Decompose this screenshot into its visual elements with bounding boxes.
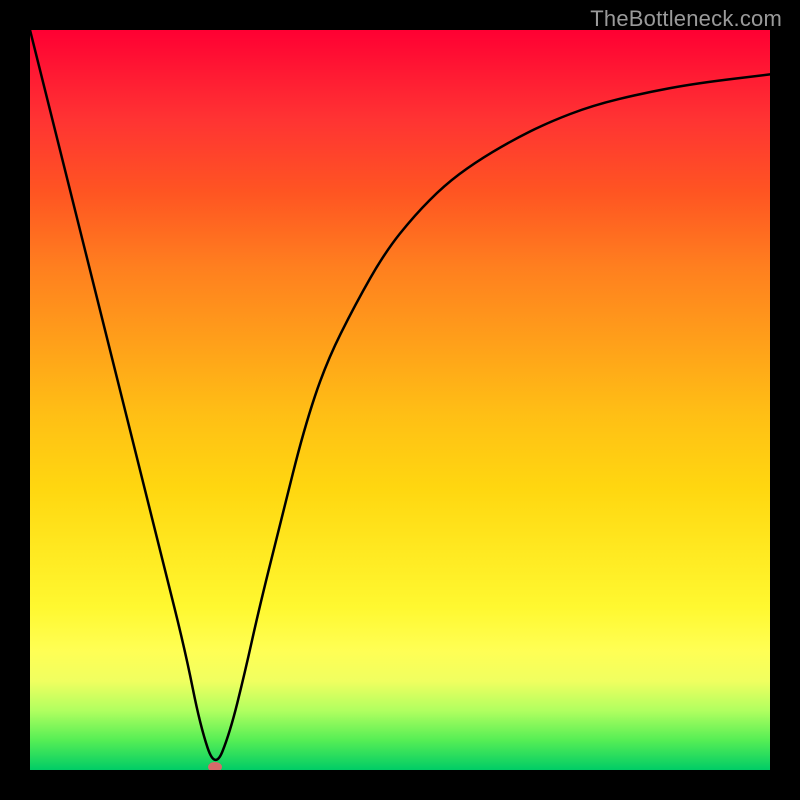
heat-gradient-background: [30, 30, 770, 770]
plot-area: [30, 30, 770, 770]
watermark-text: TheBottleneck.com: [590, 6, 782, 32]
minimum-dot-icon: [208, 762, 222, 770]
chart-frame: TheBottleneck.com: [0, 0, 800, 800]
